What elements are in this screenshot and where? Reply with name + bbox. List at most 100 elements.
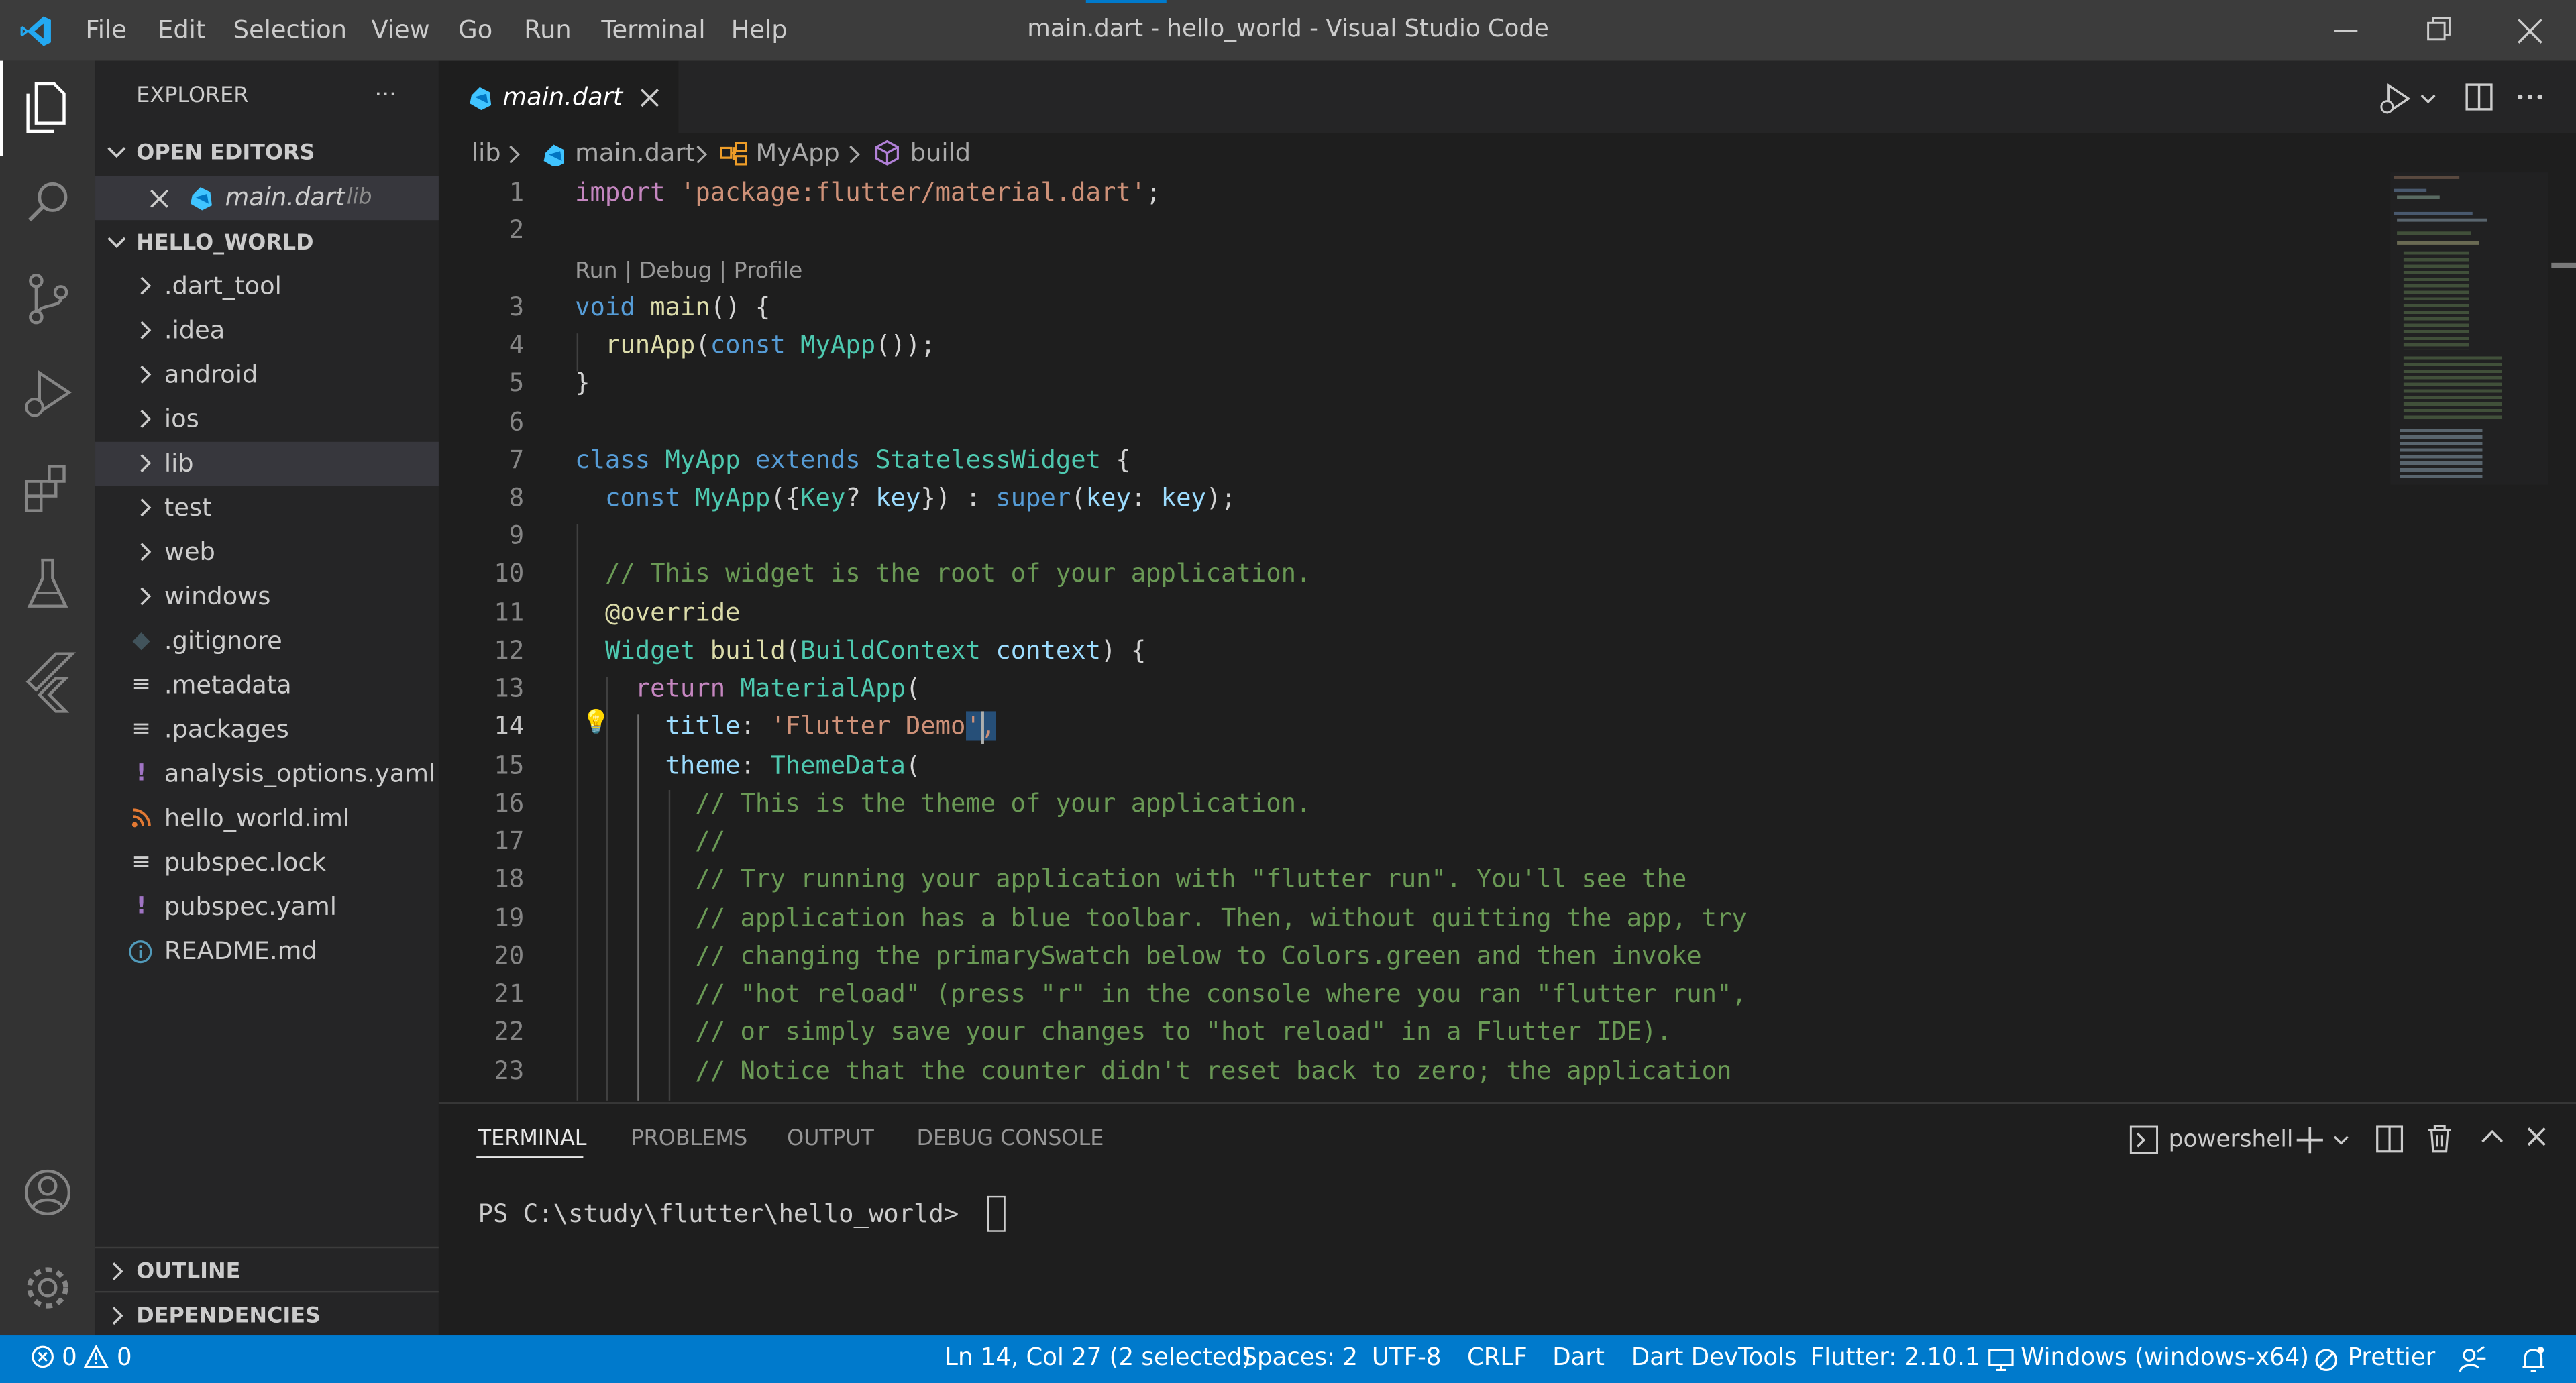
close-window-button[interactable] [2484, 0, 2576, 61]
feedback-icon[interactable] [2458, 1345, 2487, 1375]
editor-tab-bar: main.dart [438, 60, 2576, 133]
line-number: 11 [494, 598, 525, 628]
folder-dart-tool[interactable]: .dart_tool [95, 264, 439, 309]
bottom-panel: TERMINAL PROBLEMS OUTPUT DEBUG CONSOLE p… [438, 1102, 2576, 1337]
chevron-up-icon[interactable] [2479, 1127, 2506, 1146]
line-number: 15 [494, 751, 525, 781]
open-editor-path: lib [346, 185, 372, 211]
folder-android[interactable]: android [95, 353, 439, 398]
tab-problems[interactable]: PROBLEMS [631, 1104, 747, 1176]
file-packages[interactable]: ≡ .packages [95, 708, 439, 753]
file-hello-world-iml[interactable]: hello_world.iml [95, 797, 439, 841]
class-icon [720, 142, 747, 166]
folder-windows[interactable]: windows [95, 575, 439, 619]
open-editors-section[interactable]: OPEN EDITORS [95, 131, 439, 176]
minimize-button[interactable] [2300, 0, 2392, 61]
breadcrumb-lib[interactable]: lib [472, 138, 501, 168]
source-control-view-button[interactable] [0, 252, 95, 347]
problems-status[interactable]: 0 0 [32, 1335, 132, 1383]
file-pubspec-lock[interactable]: ≡ pubspec.lock [95, 841, 439, 885]
code-line: // This is the theme of your application… [695, 788, 1311, 818]
bell-icon[interactable] [2520, 1345, 2546, 1375]
open-editors-header: OPEN EDITORS [136, 141, 315, 166]
terminal-shell-label[interactable]: powershell [2169, 1104, 2294, 1176]
file-pubspec-yaml[interactable]: ! pubspec.yaml [95, 885, 439, 930]
gear-icon [27, 1267, 68, 1309]
language-mode[interactable]: Dart [1552, 1335, 1605, 1383]
code-line: // This widget is the root of your appli… [604, 558, 1311, 588]
breadcrumb-class[interactable]: MyApp [756, 138, 840, 168]
breadcrumb-file[interactable]: main.dart [575, 138, 695, 168]
dependencies-section[interactable]: DEPENDENCIES [95, 1294, 439, 1339]
chevron-right-icon [140, 276, 152, 295]
search-view-button[interactable] [0, 156, 95, 252]
chevron-right-icon [696, 145, 708, 164]
open-editor-item[interactable]: main.dart lib [95, 176, 439, 221]
more-actions-icon[interactable] [2515, 92, 2544, 102]
scrollbar-thumb[interactable] [2551, 262, 2576, 268]
split-editor-icon[interactable] [2464, 82, 2493, 111]
chevron-right-icon [140, 365, 152, 384]
target-device[interactable]: Windows (windows-x64) [2021, 1335, 2309, 1383]
manage-button[interactable] [0, 1240, 95, 1335]
file-gitignore[interactable]: ◆ .gitignore [95, 619, 439, 663]
tab-debug-console[interactable]: DEBUG CONSOLE [917, 1104, 1104, 1176]
flutter-version[interactable]: Flutter: 2.10.1 [1811, 1335, 1980, 1383]
testing-view-button[interactable] [0, 537, 95, 632]
folder-ios[interactable]: ios [95, 398, 439, 442]
new-terminal-icon[interactable] [2295, 1123, 2354, 1156]
extensions-view-button[interactable] [0, 442, 95, 537]
run-debug-view-button[interactable] [0, 347, 95, 442]
tab-output[interactable]: OUTPUT [787, 1104, 874, 1176]
close-tab-icon[interactable] [639, 87, 661, 109]
file-readme[interactable]: README.md [95, 930, 439, 974]
chevron-right-icon [849, 145, 860, 164]
flutter-view-button[interactable] [0, 632, 95, 728]
dart-file-icon [191, 187, 212, 211]
split-terminal-icon[interactable] [2375, 1125, 2404, 1154]
folder-name: lib [164, 448, 194, 478]
dart-devtools[interactable]: Dart DevTools [1631, 1335, 1797, 1383]
explorer-view-button[interactable] [0, 61, 95, 156]
tab-main-dart[interactable]: main.dart [438, 60, 679, 133]
divider [95, 1246, 439, 1249]
account-icon [24, 1169, 71, 1216]
accounts-button[interactable] [0, 1145, 95, 1240]
close-editor-icon[interactable] [148, 187, 170, 210]
file-metadata[interactable]: ≡ .metadata [95, 663, 439, 708]
folder-web[interactable]: web [95, 531, 439, 575]
minimap[interactable] [2390, 172, 2548, 485]
file-analysis-options[interactable]: ! analysis_options.yaml [95, 753, 439, 797]
close-panel-icon[interactable] [2525, 1125, 2548, 1148]
line-number: 9 [508, 520, 525, 551]
terminal-prompt: PS C:\study\flutter\hello_world> [478, 1199, 974, 1229]
run-debug-dropdown-icon[interactable] [2377, 80, 2443, 117]
active-tab-underline [476, 1156, 584, 1158]
code-line: // Notice that the counter didn't reset … [695, 1056, 1732, 1086]
line-number: 21 [494, 979, 525, 1009]
cursor-position[interactable]: Ln 14, Col 27 (2 selected) [945, 1335, 1251, 1383]
code-editor[interactable]: 1 import 'package:flutter/material.dart'… [439, 172, 2576, 1101]
terminal-output[interactable]: PS C:\study\flutter\hello_world> [478, 1196, 974, 1232]
line-number: 3 [508, 292, 525, 323]
indentation[interactable]: Spaces: 2 [1242, 1335, 1358, 1383]
flask-icon [27, 558, 68, 608]
folder-lib[interactable]: lib [95, 441, 439, 486]
run-debug-icon [25, 370, 72, 417]
line-number: 18 [494, 864, 525, 894]
code-line: // changing the primarySwatch below to C… [695, 941, 1702, 971]
codelens-run-debug-profile[interactable]: Run | Debug | Profile [575, 253, 802, 291]
explorer-more-button[interactable]: ··· [374, 74, 396, 118]
project-section[interactable]: HELLO_WORLD [95, 222, 439, 266]
breadcrumb-method[interactable]: build [910, 138, 971, 168]
terminal-icon [2129, 1125, 2159, 1154]
prettier-status[interactable]: Prettier [2348, 1335, 2436, 1383]
outline-section[interactable]: OUTLINE [95, 1250, 439, 1294]
trash-icon[interactable] [2426, 1123, 2453, 1153]
line-ending[interactable]: CRLF [1467, 1335, 1527, 1383]
folder-test[interactable]: test [95, 486, 439, 531]
folder-idea[interactable]: .idea [95, 309, 439, 353]
tab-terminal[interactable]: TERMINAL [478, 1104, 587, 1176]
restore-button[interactable] [2392, 0, 2484, 61]
encoding[interactable]: UTF-8 [1372, 1335, 1442, 1383]
